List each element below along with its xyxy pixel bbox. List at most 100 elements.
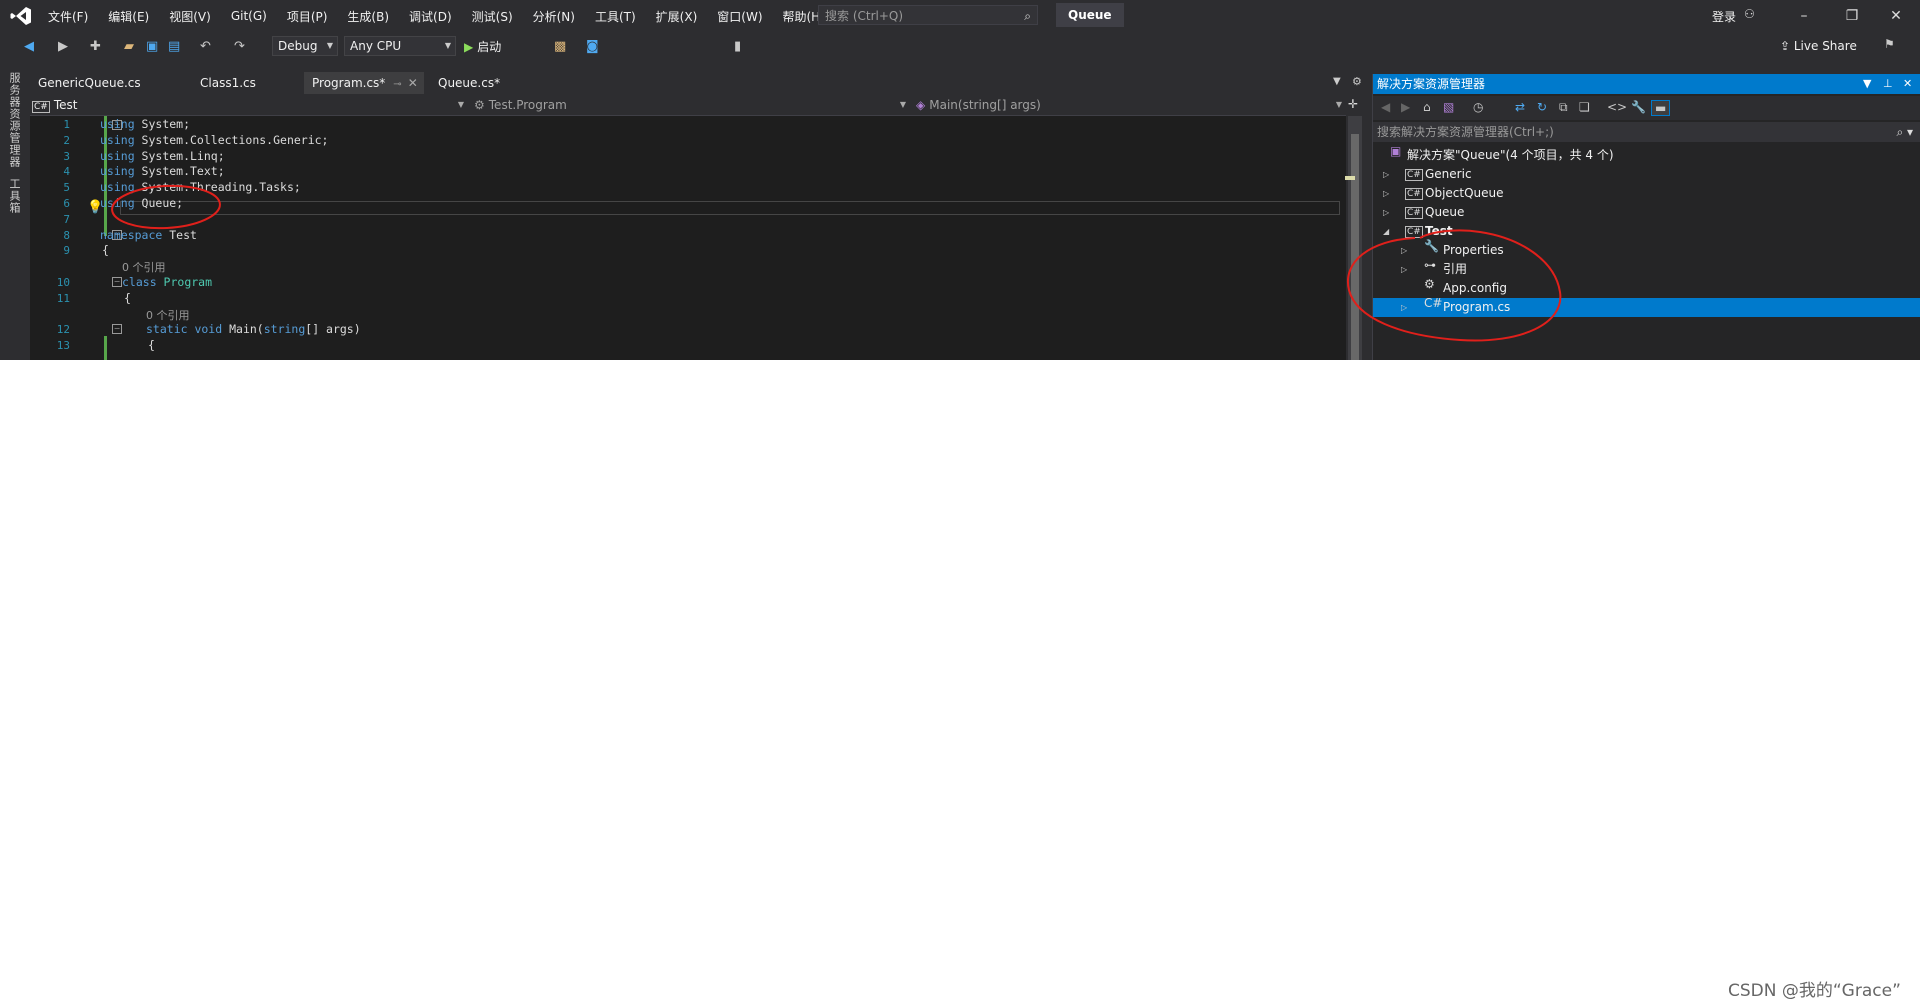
window-menu-icon[interactable]: ▼ (1863, 74, 1871, 94)
expand-icon[interactable]: ▷ (1401, 260, 1407, 279)
tree-item[interactable]: ▷ C# ObjectQueue (1373, 184, 1920, 203)
login-link[interactable]: 登录 (1712, 8, 1736, 25)
project-dropdown[interactable]: C# Test ▼ (30, 95, 468, 115)
code-token: using (100, 180, 135, 195)
start-debugging-button[interactable]: ▶ 启动 (464, 38, 501, 55)
configuration-select[interactable]: Debug ▼ (272, 36, 338, 56)
back-icon[interactable]: ◀ (24, 39, 34, 54)
solution-folder-icon[interactable]: ▩ (554, 39, 566, 54)
tab-class1[interactable]: Class1.cs (192, 72, 298, 94)
solution-search-placeholder: 搜索解决方案资源管理器(Ctrl+;) (1377, 125, 1554, 139)
switch-views-icon[interactable]: ▧ (1443, 100, 1454, 114)
collapse-icon[interactable]: − (112, 324, 122, 334)
undo-icon[interactable]: ↶ (200, 39, 211, 54)
menu-window[interactable]: 窗口(W) (707, 8, 772, 25)
close-icon[interactable]: ✕ (1903, 74, 1912, 94)
forward-icon[interactable]: ▶ (1401, 100, 1410, 114)
menu-build[interactable]: 生成(B) (337, 8, 399, 25)
tree-item[interactable]: ▷ 🔧 Properties (1373, 240, 1920, 260)
refresh-icon[interactable]: ↻ (1537, 100, 1547, 114)
tab-queue[interactable]: Queue.cs* (430, 72, 526, 94)
home-icon[interactable]: ⌂ (1423, 100, 1431, 114)
tree-item[interactable]: ◢ C# Test (1373, 222, 1920, 241)
bookmark-icon[interactable]: ▮ (734, 39, 741, 54)
menu-tools[interactable]: 工具(T) (585, 8, 646, 25)
properties-wrench-icon[interactable]: 🔧 (1631, 100, 1646, 114)
code-token: Queue; (134, 196, 184, 210)
tree-item[interactable]: ▷ C# Generic (1373, 165, 1920, 184)
expand-icon[interactable]: ▷ (1383, 165, 1389, 184)
tree-item[interactable]: ⚙ App.config (1373, 278, 1920, 298)
code-token: using (100, 148, 135, 163)
member-dropdown[interactable]: ◈ Main(string[] args) ▼ (914, 95, 1346, 115)
pin-icon[interactable]: ⊸ (393, 79, 401, 90)
menu-test[interactable]: 测试(S) (462, 8, 523, 25)
save-icon[interactable]: ▣ (146, 39, 158, 54)
tab-list-dropdown-icon[interactable]: ▼ (1333, 76, 1341, 87)
screenshot-icon[interactable]: ◙ (586, 39, 599, 54)
reference-count-lens[interactable]: 0 个引用 (122, 259, 166, 275)
close-icon[interactable]: ✕ (408, 76, 418, 90)
menu-extensions[interactable]: 扩展(X) (646, 8, 708, 25)
expand-icon[interactable]: ▷ (1401, 298, 1407, 317)
toolbox-tab[interactable]: 工具箱 (6, 178, 22, 214)
minimize-button[interactable]: – (1784, 4, 1824, 28)
tree-item-label: Queue (1425, 205, 1465, 219)
tab-genericqueue[interactable]: GenericQueue.cs (30, 72, 186, 94)
scrollbar-thumb[interactable] (1351, 134, 1359, 360)
menu-project[interactable]: 项目(P) (277, 8, 338, 25)
view-code-icon[interactable]: <> (1607, 100, 1627, 114)
solution-explorer-search-input[interactable]: 搜索解决方案资源管理器(Ctrl+;) ⌕ ▾ (1373, 122, 1920, 142)
tab-label: Queue.cs* (438, 76, 501, 90)
expand-icon[interactable]: ▷ (1383, 184, 1389, 203)
expand-icon[interactable]: ◢ (1383, 222, 1389, 241)
tree-item[interactable]: ▷ C# Program.cs (1373, 297, 1920, 317)
editor-scrollbar[interactable] (1348, 116, 1362, 360)
show-all-files-icon[interactable]: ❏ (1579, 100, 1590, 114)
feedback-icon[interactable]: ⚑ (1884, 37, 1895, 51)
close-window-button[interactable]: ✕ (1876, 4, 1916, 28)
expand-icon[interactable]: ▷ (1383, 203, 1389, 222)
code-line: using Queue; (100, 196, 183, 210)
visual-studio-logo-icon[interactable] (10, 6, 32, 26)
split-editor-icon[interactable]: ✛ (1348, 97, 1358, 111)
redo-icon[interactable]: ↷ (234, 39, 245, 54)
menu-analyze[interactable]: 分析(N) (523, 8, 585, 25)
user-icon[interactable]: ⚇ (1744, 7, 1755, 21)
expand-icon[interactable]: ▷ (1401, 241, 1407, 260)
tab-program[interactable]: Program.cs* ⊸ ✕ (304, 72, 424, 94)
menu-edit[interactable]: 编辑(E) (98, 8, 159, 25)
preview-selected-icon[interactable]: ▬ (1651, 100, 1671, 116)
live-share-button[interactable]: ⇪ Live Share (1780, 39, 1857, 53)
sync-icon[interactable]: ⇄ (1515, 100, 1525, 114)
code-token: { (148, 338, 155, 353)
menu-view[interactable]: 视图(V) (159, 8, 221, 25)
back-icon[interactable]: ◀ (1381, 100, 1390, 114)
live-share-label: Live Share (1793, 39, 1857, 53)
quick-search-input[interactable]: 搜索 (Ctrl+Q) ⌕ (818, 5, 1038, 25)
menu-debug[interactable]: 调试(D) (399, 8, 462, 25)
reference-count-lens[interactable]: 0 个引用 (146, 307, 190, 323)
new-project-icon[interactable]: ✚ (90, 39, 101, 54)
forward-icon[interactable]: ▶ (58, 39, 68, 54)
pin-icon[interactable]: ⊥ (1883, 74, 1893, 94)
open-folder-icon[interactable]: ▰ (124, 39, 134, 54)
type-dropdown[interactable]: ⚙ Test.Program ▼ (472, 95, 910, 115)
collapse-all-icon[interactable]: ⧉ (1559, 100, 1568, 115)
tree-item[interactable]: ▷ ⊶ 引用 (1373, 259, 1920, 279)
pending-changes-filter-icon[interactable]: ◷ (1473, 100, 1483, 114)
tree-item[interactable]: ▷ C# Queue (1373, 203, 1920, 222)
platform-select[interactable]: Any CPU ▼ (344, 36, 456, 56)
save-all-icon[interactable]: ▤ (168, 39, 180, 54)
code-editor[interactable]: 💡 − − − − 1 2 3 4 5 6 7 8 9 10 11 12 13 using System… (30, 116, 1346, 360)
gear-icon[interactable]: ⚙ (1352, 75, 1362, 88)
menu-file[interactable]: 文件(F) (38, 8, 98, 25)
collapse-icon[interactable]: − (112, 277, 122, 287)
menu-git[interactable]: Git(G) (221, 9, 277, 23)
restore-button[interactable]: ❐ (1832, 4, 1872, 28)
line-number: 9 (63, 244, 70, 258)
solution-root-node[interactable]: ▣ 解决方案"Queue"(4 个项目，共 4 个) (1373, 145, 1920, 165)
reference-count: 0 个引用 (146, 308, 190, 322)
code-token: Main( (222, 322, 264, 337)
server-explorer-tab[interactable]: 服务器资源管理器 (6, 72, 22, 168)
